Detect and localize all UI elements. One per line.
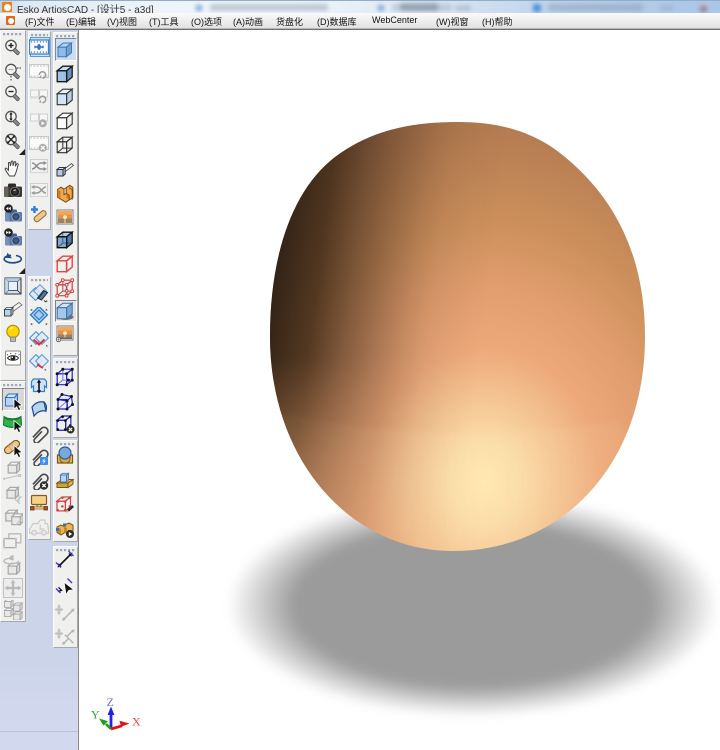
svg-text:X: X [132,715,141,729]
svg-text:Y: Y [91,708,100,722]
svg-text:Z: Z [107,695,114,709]
